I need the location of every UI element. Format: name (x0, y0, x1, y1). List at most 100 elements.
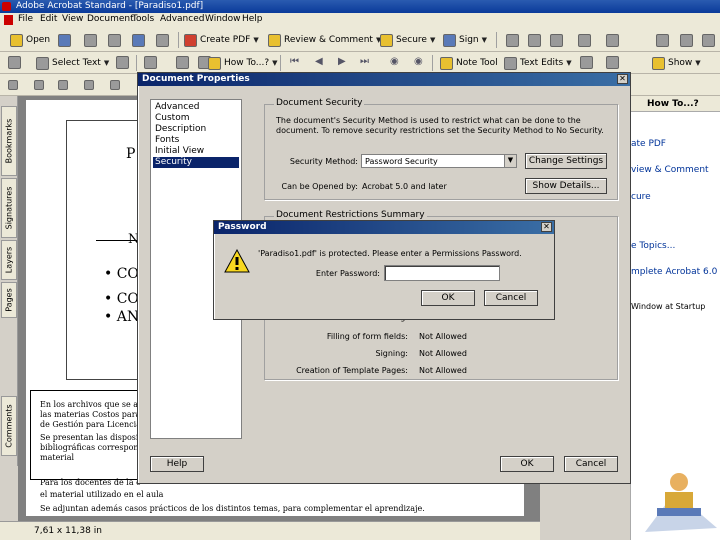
tab-comments[interactable]: Comments (1, 396, 17, 456)
menu-bar: File Edit View Document Tools Advanced W… (0, 13, 720, 28)
page-icon[interactable] (176, 56, 189, 69)
ok-button[interactable]: OK (500, 456, 554, 472)
next-page-icon[interactable]: ▶ (338, 56, 346, 67)
toolbar-tools: Select Text ▼ How To...? ▼ ⏮ ◀ ▶ ⏭ ◉ ◉ N… (0, 52, 720, 74)
window-title: Adobe Acrobat Standard - [Paradiso1.pdf] (16, 1, 204, 11)
highlight-icon[interactable] (606, 56, 619, 69)
menu-edit[interactable]: Edit (40, 14, 57, 24)
tool-icon[interactable] (8, 80, 18, 90)
how-to-panel: How To...? ate PDF view & Comment cure e… (630, 96, 720, 540)
document-properties-title: Document Properties ✕ (138, 73, 630, 86)
show-window-at-startup[interactable]: Window at Startup (631, 302, 705, 311)
secure-button[interactable]: Secure ▼ (380, 31, 435, 49)
security-description: The document's Security Method is used t… (276, 116, 604, 135)
chevron-down-icon: ▼ (253, 36, 259, 44)
organizer-icon[interactable] (58, 34, 71, 47)
chevron-down-icon: ▼ (272, 59, 278, 67)
redo-icon[interactable] (550, 34, 563, 47)
select-text-button[interactable]: Select Text ▼ (36, 54, 109, 72)
how-to-link-complete-help[interactable]: mplete Acrobat 6.0 He (631, 267, 720, 277)
help-icon (208, 56, 221, 70)
show-details-button[interactable]: Show Details... (525, 178, 607, 194)
cancel-button[interactable]: Cancel (564, 456, 618, 472)
tab-pages[interactable]: Pages (1, 282, 17, 318)
zoom-icon[interactable] (144, 56, 157, 69)
category-initial-view[interactable]: Initial View (153, 146, 239, 157)
text-edits-button[interactable]: Text Edits ▼ (504, 54, 572, 72)
sign-button[interactable]: Sign ▼ (443, 31, 487, 49)
tool-icon[interactable] (506, 34, 519, 47)
restriction-label: Creation of Template Pages: (296, 366, 408, 375)
previous-page-icon[interactable]: ◀ (315, 56, 323, 67)
how-to-button[interactable]: How To...? ▼ (208, 54, 278, 72)
menu-document[interactable]: Document (87, 14, 134, 24)
status-bar: 7,61 x 11,38 in (0, 521, 540, 540)
password-cancel-button[interactable]: Cancel (484, 290, 538, 306)
tool-icon[interactable] (578, 34, 591, 47)
toolbar-file: Open Create PDF ▼ Review & Comment ▼ Sec… (0, 28, 720, 52)
snapshot-icon[interactable] (116, 56, 129, 69)
search-icon[interactable] (156, 34, 169, 47)
open-button[interactable]: Open (10, 31, 50, 49)
enter-password-label: Enter Password: (315, 269, 380, 278)
acrobat-app-icon (2, 2, 11, 11)
previous-view-icon[interactable]: ◉ (390, 56, 399, 67)
tool-icon[interactable] (656, 34, 669, 47)
category-advanced[interactable]: Advanced (153, 102, 239, 113)
menu-help[interactable]: Help (242, 14, 263, 24)
password-input[interactable] (384, 265, 500, 281)
close-icon[interactable]: ✕ (541, 222, 552, 232)
security-method-select[interactable]: Password Security ▼ (361, 154, 517, 168)
undo-icon[interactable] (528, 34, 541, 47)
create-pdf-icon (184, 33, 197, 47)
first-page-icon[interactable]: ⏮ (290, 56, 299, 67)
menu-file[interactable]: File (18, 14, 33, 24)
hand-icon[interactable] (8, 56, 21, 69)
create-pdf-button[interactable]: Create PDF ▼ (184, 31, 259, 49)
review-comment-button[interactable]: Review & Comment ▼ (268, 31, 381, 49)
password-ok-button[interactable]: OK (421, 290, 475, 306)
menu-advanced[interactable]: Advanced (160, 14, 204, 24)
tool-icon[interactable] (34, 80, 44, 90)
restriction-value: Not Allowed (419, 332, 467, 341)
tool-icon[interactable] (680, 34, 693, 47)
how-to-link-review-comment[interactable]: view & Comment (631, 165, 709, 175)
tab-signatures[interactable]: Signatures (1, 178, 17, 238)
next-view-icon[interactable]: ◉ (414, 56, 423, 67)
category-fonts[interactable]: Fonts (153, 135, 239, 146)
save-icon[interactable] (84, 34, 97, 47)
tool-icon[interactable] (702, 34, 715, 47)
show-icon (652, 56, 665, 70)
tool-icon[interactable] (606, 34, 619, 47)
pen-icon (443, 33, 456, 47)
category-description[interactable]: Description (153, 124, 239, 135)
tab-layers[interactable]: Layers (1, 240, 17, 280)
print-icon[interactable] (108, 34, 121, 47)
change-settings-button[interactable]: Change Settings (525, 153, 607, 169)
close-icon[interactable]: ✕ (617, 74, 628, 84)
tool-icon[interactable] (84, 80, 94, 90)
tool-icon[interactable] (110, 80, 120, 90)
how-to-link-topics[interactable]: e Topics... (631, 241, 675, 251)
restriction-label: Signing: (375, 349, 408, 358)
opened-by-label: Can be Opened by: (281, 182, 358, 191)
review-comment-icon (268, 33, 281, 47)
how-to-link-create-pdf[interactable]: ate PDF (631, 139, 666, 149)
help-button[interactable]: Help (150, 456, 204, 472)
tab-bookmarks[interactable]: Bookmarks (1, 106, 17, 176)
password-message: 'Paradiso1.pdf' is protected. Please ent… (258, 249, 522, 258)
menu-tools[interactable]: Tools (132, 14, 154, 24)
menu-view[interactable]: View (62, 14, 83, 24)
note-tool-button[interactable]: Note Tool (440, 54, 498, 72)
menu-window[interactable]: Window (205, 14, 241, 24)
email-icon[interactable] (132, 34, 145, 47)
category-custom[interactable]: Custom (153, 113, 239, 124)
tool-icon[interactable] (58, 80, 68, 90)
restrictions-title: Document Restrictions Summary (274, 210, 427, 220)
page-size-indicator: 7,61 x 11,38 in (34, 526, 102, 536)
category-security[interactable]: Security (153, 157, 239, 168)
show-button[interactable]: Show ▼ (652, 54, 701, 72)
last-page-icon[interactable]: ⏭ (360, 56, 369, 67)
how-to-link-secure[interactable]: cure (631, 192, 651, 202)
stamp-icon[interactable] (580, 56, 593, 69)
